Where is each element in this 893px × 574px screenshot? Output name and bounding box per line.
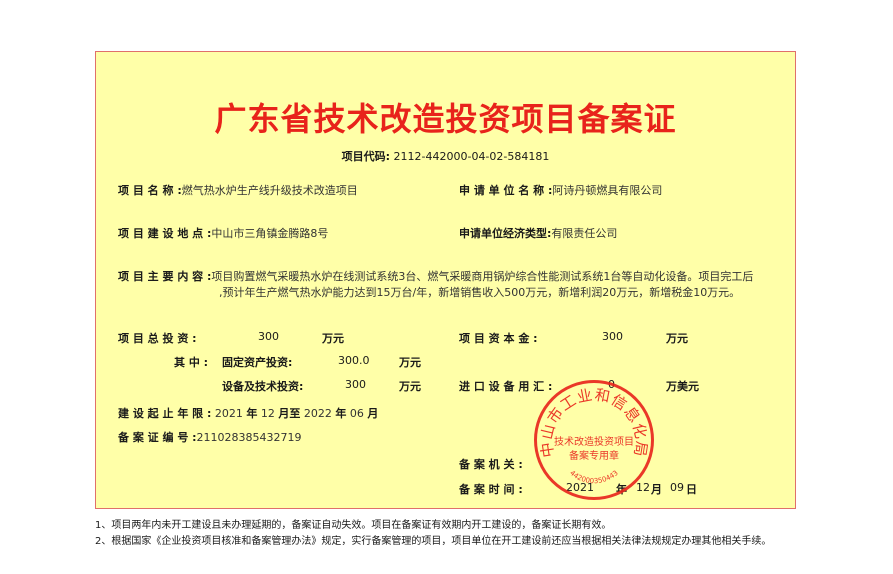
equip-label: 设备及技术投资: <box>222 380 304 393</box>
period-label: 建 设 起 止 年 限 : <box>118 407 212 420</box>
note-2: 2、根据国家《企业投资项目核准和备案管理办法》规定，实行备案管理的项目，项目单位… <box>95 536 772 547</box>
fixed-asset-label: 固定资产投资: <box>222 356 293 369</box>
import-unit: 万美元 <box>666 380 699 393</box>
record-no-row: 备 案 证 编 号 :211028385432719 <box>118 429 302 445</box>
org-label: 备 案 机 关 : <box>459 458 523 471</box>
applicant-label: 申 请 单 位 名 称 : <box>459 184 553 197</box>
project-code: 项目代码: 2112-442000-04-02-584181 <box>96 148 795 164</box>
official-seal: 中山市工业和信息化局 技术改造投资项目 备案专用章 442000350443 <box>534 380 654 500</box>
capital-value: 300 <box>602 330 623 343</box>
content-label: 项 目 主 要 内 容 : <box>118 270 212 283</box>
month-to: 月至 <box>278 407 301 420</box>
start-month: 12 <box>260 407 275 420</box>
econ-type-value: 有限责任公司 <box>551 227 618 240</box>
total-invest-row: 项 目 总 投 资 : <box>118 330 197 346</box>
seal-number: 442000350443 <box>568 469 620 485</box>
of-which-label: 其 中 : <box>174 356 209 369</box>
applicant-row: 申 请 单 位 名 称 :阿诗丹顿燃具有限公司 <box>459 182 662 198</box>
project-code-label: 项目代码: <box>341 150 391 163</box>
certificate-panel: 广东省技术改造投资项目备案证 项目代码: 2112-442000-04-02-5… <box>95 51 796 509</box>
econ-type-label: 申请单位经济类型: <box>459 227 552 240</box>
total-invest-label: 项 目 总 投 资 : <box>118 332 197 345</box>
certificate-title: 广东省技术改造投资项目备案证 <box>214 100 677 138</box>
note-1: 1、项目两年内未开工建设且未办理延期的，备案证自动失效。项目在备案证有效期内开工… <box>95 520 612 531</box>
start-year: 2021 <box>214 407 243 420</box>
applicant-value: 阿诗丹顿燃具有限公司 <box>552 184 663 197</box>
fixed-asset-unit: 万元 <box>399 356 421 369</box>
site-label: 项 目 建 设 地 点 : <box>118 227 212 240</box>
end-month: 06 <box>349 407 364 420</box>
content-line2: ,预计年生产燃气热水炉能力达到15万台/年，新增销售收入500万元，新增利润20… <box>219 286 741 299</box>
time-day: 09 <box>670 481 684 494</box>
capital-label: 项 目 资 本 金 : <box>459 332 538 345</box>
econ-type-row: 申请单位经济类型:有限责任公司 <box>459 225 617 241</box>
project-code-value: 2112-442000-04-02-584181 <box>393 150 550 163</box>
content-line1: 项目购置燃气采暖热水炉在线测试系统3台、燃气采暖商用锅炉综合性能测试系统1台等自… <box>211 270 754 283</box>
time-row: 备 案 时 间 : <box>459 481 523 497</box>
record-no-value: 211028385432719 <box>196 431 302 444</box>
svg-text:442000350443: 442000350443 <box>568 469 620 485</box>
total-invest-value: 300 <box>258 330 279 343</box>
period-row: 建 设 起 止 年 限 : 2021 年 12 月至 2022 年 06 月 <box>118 405 378 421</box>
time-label: 备 案 时 间 : <box>459 483 523 496</box>
equip-value: 300 <box>345 378 366 391</box>
project-name-value: 燃气热水炉生产线升级技术改造项目 <box>181 184 358 197</box>
time-month-char: 月 <box>651 483 662 496</box>
seal-graphic: 中山市工业和信息化局 技术改造投资项目 备案专用章 442000350443 <box>537 386 649 486</box>
time-day-char: 日 <box>686 483 697 496</box>
equip-unit: 万元 <box>399 380 421 393</box>
project-name-label: 项 目 名 称 : <box>118 184 182 197</box>
fixed-asset-value: 300.0 <box>338 354 370 367</box>
content-row: 项 目 主 要 内 容 :项目购置燃气采暖热水炉在线测试系统3台、燃气采暖商用锅… <box>118 268 753 284</box>
project-name-row: 项 目 名 称 :燃气热水炉生产线升级技术改造项目 <box>118 182 358 198</box>
year-char-2: 年 <box>335 407 347 420</box>
end-year: 2022 <box>303 407 332 420</box>
site-value: 中山市三角镇金腾路8号 <box>211 227 329 240</box>
month-char: 月 <box>367 407 379 420</box>
seal-inner-text-2: 备案专用章 <box>569 449 619 462</box>
record-no-label: 备 案 证 编 号 : <box>118 431 197 444</box>
content-line2-row: ,预计年生产燃气热水炉能力达到15万台/年，新增销售收入500万元，新增利润20… <box>219 284 740 300</box>
year-char-1: 年 <box>246 407 258 420</box>
seal-inner-text-1: 技术改造投资项目 <box>554 435 634 448</box>
capital-unit: 万元 <box>666 332 688 345</box>
capital-row: 项 目 资 本 金 : <box>459 330 538 346</box>
total-invest-unit: 万元 <box>322 332 344 345</box>
site-row: 项 目 建 设 地 点 :中山市三角镇金腾路8号 <box>118 225 328 241</box>
